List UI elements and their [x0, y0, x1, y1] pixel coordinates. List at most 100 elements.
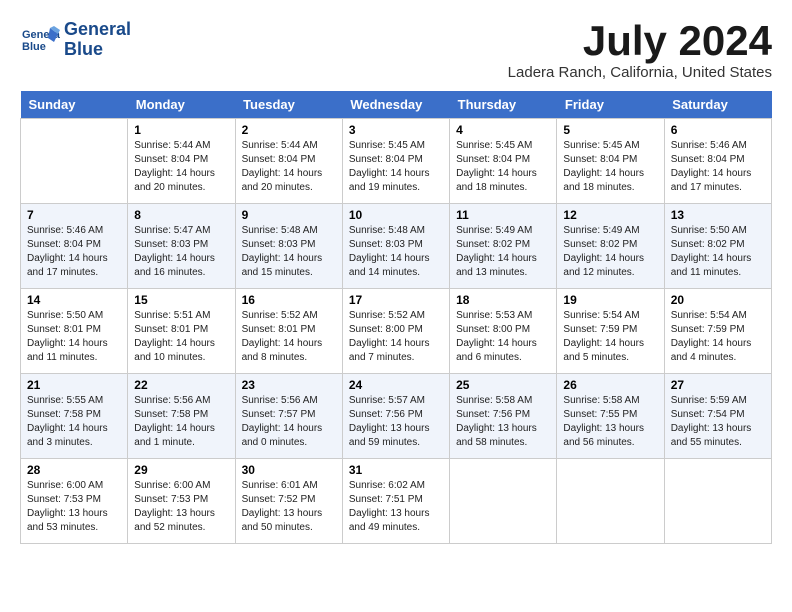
week-row-3: 14 Sunrise: 5:50 AM Sunset: 8:01 PM Dayli…: [21, 289, 772, 374]
calendar-cell: 7 Sunrise: 5:46 AM Sunset: 8:04 PM Daylig…: [21, 204, 128, 289]
day-number: 30: [242, 463, 336, 477]
day-info: Sunrise: 6:00 AM Sunset: 7:53 PM Dayligh…: [134, 479, 228, 535]
day-info: Sunrise: 5:58 AM Sunset: 7:56 PM Dayligh…: [456, 394, 550, 450]
calendar-cell: 21 Sunrise: 5:55 AM Sunset: 7:58 PM Dayli…: [21, 374, 128, 459]
calendar-cell: 18Sunrise: 5:53 AM Sunset: 8:00 PM Dayli…: [450, 289, 557, 374]
calendar-cell: 20 Sunrise: 5:54 AM Sunset: 7:59 PM Dayli…: [664, 289, 771, 374]
calendar-cell: 11 Sunrise: 5:49 AM Sunset: 8:02 PM Dayli…: [450, 204, 557, 289]
calendar-cell: [21, 119, 128, 204]
day-number: 27: [671, 378, 765, 392]
calendar-cell: 12 Sunrise: 5:49 AM Sunset: 8:02 PM Dayli…: [557, 204, 664, 289]
week-row-4: 21 Sunrise: 5:55 AM Sunset: 7:58 PM Dayli…: [21, 374, 772, 459]
day-info: Sunrise: 5:59 AM Sunset: 7:54 PM Dayligh…: [671, 394, 765, 450]
day-number: 18: [456, 293, 550, 307]
calendar-cell: [450, 459, 557, 544]
day-info: Sunrise: 5:54 AM Sunset: 7:59 PM Dayligh…: [671, 309, 765, 365]
day-info: Sunrise: 5:48 AM Sunset: 8:03 PM Dayligh…: [242, 224, 336, 280]
calendar-cell: [557, 459, 664, 544]
calendar-cell: 31 Sunrise: 6:02 AM Sunset: 7:51 PM Dayli…: [342, 459, 449, 544]
day-number: 21: [27, 378, 121, 392]
day-info: Sunrise: 5:51 AM Sunset: 8:01 PM Dayligh…: [134, 309, 228, 365]
day-info: Sunrise: 5:50 AM Sunset: 8:02 PM Dayligh…: [671, 224, 765, 280]
day-info: Sunrise: 5:45 AM Sunset: 8:04 PM Dayligh…: [456, 139, 550, 195]
calendar-cell: 8 Sunrise: 5:47 AM Sunset: 8:03 PM Daylig…: [128, 204, 235, 289]
day-info: Sunrise: 5:58 AM Sunset: 7:55 PM Dayligh…: [563, 394, 657, 450]
day-number: 25: [456, 378, 550, 392]
calendar-cell: 30 Sunrise: 6:01 AM Sunset: 7:52 PM Dayli…: [235, 459, 342, 544]
day-info: Sunrise: 5:49 AM Sunset: 8:02 PM Dayligh…: [563, 224, 657, 280]
day-info: Sunrise: 5:56 AM Sunset: 7:58 PM Dayligh…: [134, 394, 228, 450]
day-info: Sunrise: 5:45 AM Sunset: 8:04 PM Dayligh…: [563, 139, 657, 195]
day-info: Sunrise: 5:44 AM Sunset: 8:04 PM Dayligh…: [134, 139, 228, 195]
calendar-cell: 4Sunrise: 5:45 AM Sunset: 8:04 PM Daylig…: [450, 119, 557, 204]
day-info: Sunrise: 5:45 AM Sunset: 8:04 PM Dayligh…: [349, 139, 443, 195]
day-number: 20: [671, 293, 765, 307]
day-info: Sunrise: 6:01 AM Sunset: 7:52 PM Dayligh…: [242, 479, 336, 535]
day-info: Sunrise: 5:55 AM Sunset: 7:58 PM Dayligh…: [27, 394, 121, 450]
day-info: Sunrise: 5:46 AM Sunset: 8:04 PM Dayligh…: [671, 139, 765, 195]
day-number: 11: [456, 208, 550, 222]
day-number: 13: [671, 208, 765, 222]
calendar-cell: 22 Sunrise: 5:56 AM Sunset: 7:58 PM Dayli…: [128, 374, 235, 459]
week-row-1: 1 Sunrise: 5:44 AM Sunset: 8:04 PM Daylig…: [21, 119, 772, 204]
svg-text:Blue: Blue: [22, 41, 46, 53]
logo: General Blue General Blue: [20, 20, 131, 60]
calendar-cell: 26 Sunrise: 5:58 AM Sunset: 7:55 PM Dayli…: [557, 374, 664, 459]
logo-text: General Blue: [64, 20, 131, 60]
day-number: 14: [27, 293, 121, 307]
day-number: 6: [671, 123, 765, 137]
calendar-cell: 29 Sunrise: 6:00 AM Sunset: 7:53 PM Dayli…: [128, 459, 235, 544]
week-row-5: 28Sunrise: 6:00 AM Sunset: 7:53 PM Dayli…: [21, 459, 772, 544]
day-info: Sunrise: 5:50 AM Sunset: 8:01 PM Dayligh…: [27, 309, 121, 365]
calendar-cell: 2 Sunrise: 5:44 AM Sunset: 8:04 PM Daylig…: [235, 119, 342, 204]
day-number: 10: [349, 208, 443, 222]
weekday-header-friday: Friday: [557, 91, 664, 119]
calendar: SundayMondayTuesdayWednesdayThursdayFrid…: [20, 91, 772, 544]
day-number: 1: [134, 123, 228, 137]
calendar-cell: 1 Sunrise: 5:44 AM Sunset: 8:04 PM Daylig…: [128, 119, 235, 204]
header: General Blue General Blue July 2024 Lade…: [20, 20, 772, 81]
calendar-cell: 25 Sunrise: 5:58 AM Sunset: 7:56 PM Dayli…: [450, 374, 557, 459]
day-number: 19: [563, 293, 657, 307]
logo-icon: General Blue: [20, 20, 60, 60]
calendar-cell: 19 Sunrise: 5:54 AM Sunset: 7:59 PM Dayli…: [557, 289, 664, 374]
day-number: 15: [134, 293, 228, 307]
day-info: Sunrise: 6:00 AM Sunset: 7:53 PM Dayligh…: [27, 479, 121, 535]
calendar-cell: 3Sunrise: 5:45 AM Sunset: 8:04 PM Daylig…: [342, 119, 449, 204]
day-number: 5: [563, 123, 657, 137]
weekday-header-wednesday: Wednesday: [342, 91, 449, 119]
day-number: 26: [563, 378, 657, 392]
calendar-cell: 13 Sunrise: 5:50 AM Sunset: 8:02 PM Dayli…: [664, 204, 771, 289]
weekday-header-tuesday: Tuesday: [235, 91, 342, 119]
weekday-header-sunday: Sunday: [21, 91, 128, 119]
weekday-header-monday: Monday: [128, 91, 235, 119]
day-number: 31: [349, 463, 443, 477]
calendar-cell: 27 Sunrise: 5:59 AM Sunset: 7:54 PM Dayli…: [664, 374, 771, 459]
day-info: Sunrise: 5:46 AM Sunset: 8:04 PM Dayligh…: [27, 224, 121, 280]
weekday-header-saturday: Saturday: [664, 91, 771, 119]
day-number: 17: [349, 293, 443, 307]
day-info: Sunrise: 5:56 AM Sunset: 7:57 PM Dayligh…: [242, 394, 336, 450]
day-info: Sunrise: 5:44 AM Sunset: 8:04 PM Dayligh…: [242, 139, 336, 195]
day-number: 8: [134, 208, 228, 222]
calendar-cell: 17 Sunrise: 5:52 AM Sunset: 8:00 PM Dayli…: [342, 289, 449, 374]
calendar-cell: 14 Sunrise: 5:50 AM Sunset: 8:01 PM Dayli…: [21, 289, 128, 374]
day-number: 29: [134, 463, 228, 477]
day-info: Sunrise: 5:54 AM Sunset: 7:59 PM Dayligh…: [563, 309, 657, 365]
day-number: 22: [134, 378, 228, 392]
calendar-cell: 9 Sunrise: 5:48 AM Sunset: 8:03 PM Daylig…: [235, 204, 342, 289]
day-number: 2: [242, 123, 336, 137]
calendar-cell: [664, 459, 771, 544]
weekday-header-thursday: Thursday: [450, 91, 557, 119]
day-number: 7: [27, 208, 121, 222]
day-info: Sunrise: 5:52 AM Sunset: 8:00 PM Dayligh…: [349, 309, 443, 365]
day-number: 23: [242, 378, 336, 392]
day-number: 9: [242, 208, 336, 222]
day-number: 24: [349, 378, 443, 392]
day-info: Sunrise: 5:49 AM Sunset: 8:02 PM Dayligh…: [456, 224, 550, 280]
calendar-header-row: SundayMondayTuesdayWednesdayThursdayFrid…: [21, 91, 772, 119]
day-info: Sunrise: 5:47 AM Sunset: 8:03 PM Dayligh…: [134, 224, 228, 280]
day-number: 12: [563, 208, 657, 222]
month-title: July 2024: [508, 20, 772, 62]
day-info: Sunrise: 6:02 AM Sunset: 7:51 PM Dayligh…: [349, 479, 443, 535]
